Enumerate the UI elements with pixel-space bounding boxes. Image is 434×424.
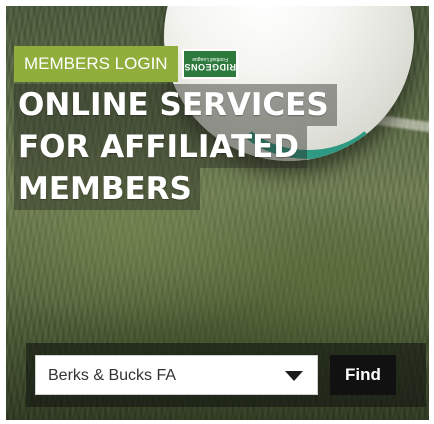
headline-line: ONLINE SERVICES [14, 84, 337, 126]
sponsor-logo-name: RIDGEONS [183, 62, 236, 72]
association-select[interactable]: Berks & Bucks FA [35, 355, 318, 395]
headline-line: FOR AFFILIATED [14, 126, 307, 168]
members-login-bar: MEMBERS LOGIN RIDGEONS Football League [14, 46, 238, 82]
ridgeons-sponsor-logo: RIDGEONS Football League [181, 49, 238, 79]
caret-down-icon [285, 371, 303, 381]
page-headline: ONLINE SERVICES FOR AFFILIATED MEMBERS [14, 84, 337, 210]
members-login-label[interactable]: MEMBERS LOGIN [14, 46, 178, 82]
find-button[interactable]: Find [330, 355, 396, 395]
members-login-widget: MEMBERS LOGIN RIDGEONS Football League O… [6, 6, 429, 420]
association-search-panel: Berks & Bucks FA Find [26, 343, 426, 407]
headline-line: MEMBERS [14, 168, 200, 210]
association-select-value: Berks & Bucks FA [48, 367, 177, 384]
sponsor-logo-subtitle: Football League [191, 56, 228, 62]
